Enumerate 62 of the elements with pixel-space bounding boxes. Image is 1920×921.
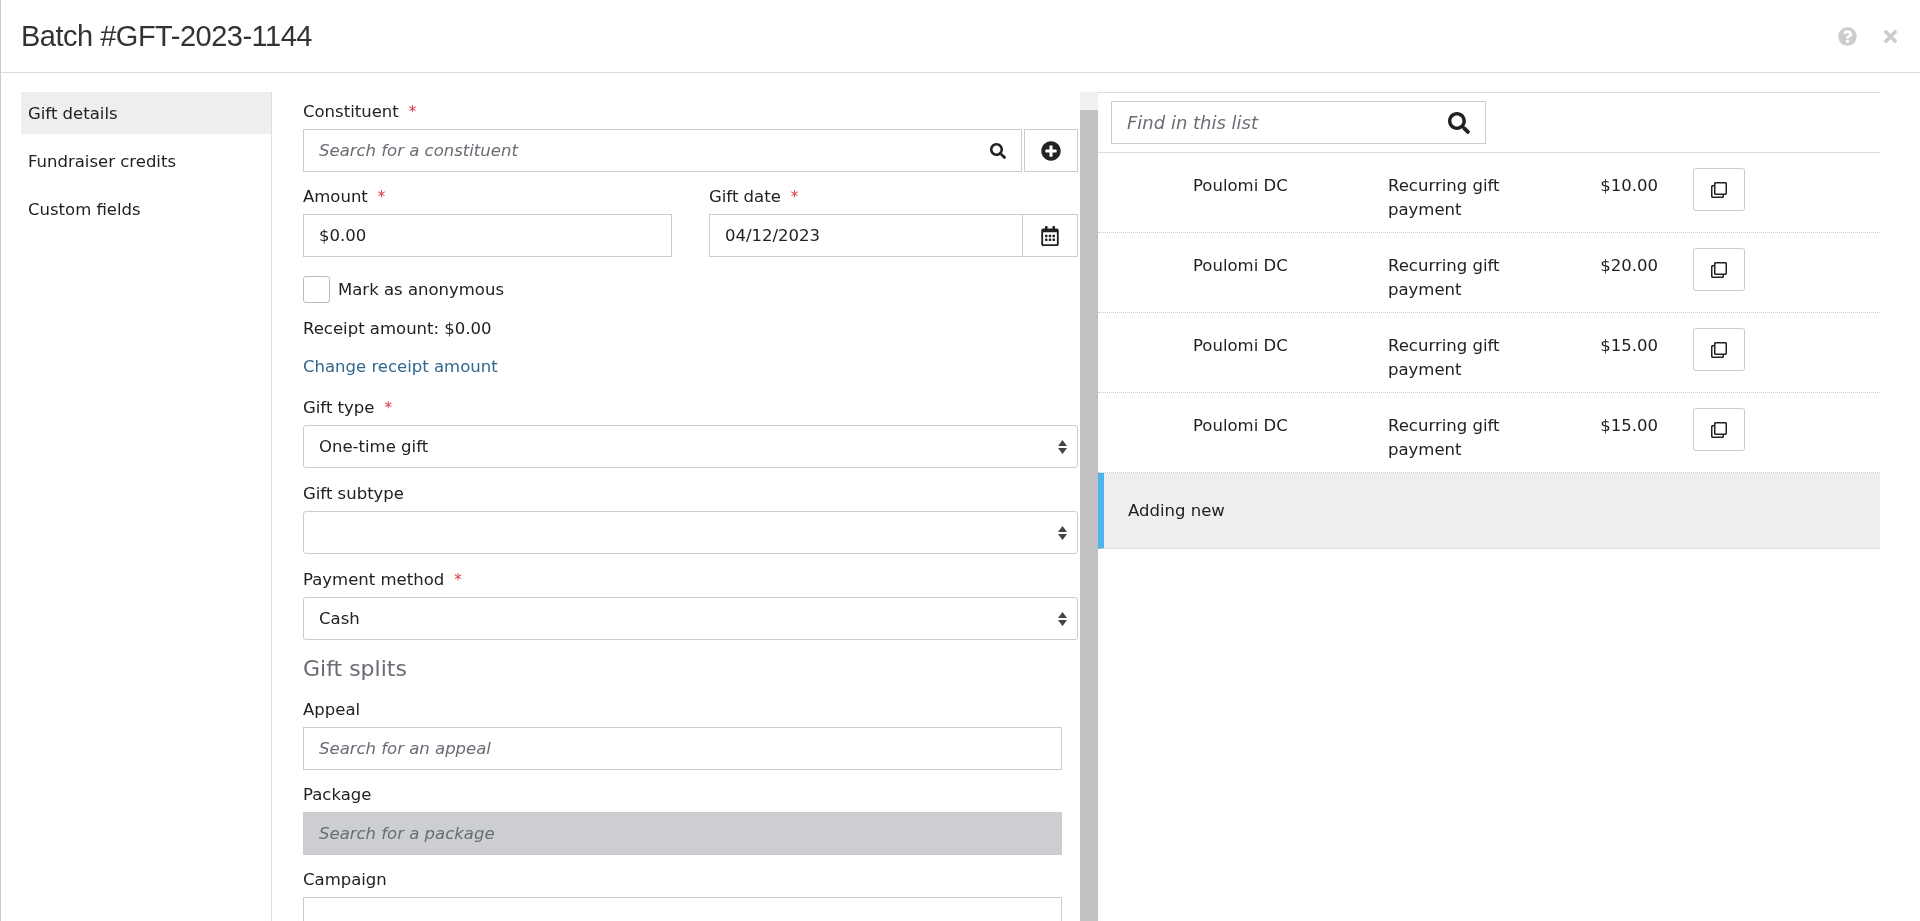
search-icon (990, 142, 1006, 159)
copy-icon (1711, 181, 1727, 198)
sort-arrows-icon (1058, 439, 1067, 454)
table-cell-text: Recurring gift payment (1388, 175, 1501, 221)
table-cell-text: Poulomi DC (1192, 175, 1289, 197)
field-label: Payment method (303, 570, 445, 589)
table-cell-text: $20.00 (1599, 255, 1658, 277)
table-cell-text: Recurring gift payment (1388, 415, 1501, 461)
field-label: Package (303, 785, 372, 804)
sidebar-item[interactable]: Custom fields (21, 188, 271, 230)
search-icon (1448, 111, 1470, 134)
field-label: Gift date (709, 187, 781, 206)
plus-icon (1041, 140, 1061, 161)
sort-arrows-icon (1058, 525, 1067, 540)
required-mark: * (384, 398, 392, 417)
required-mark: * (377, 187, 386, 206)
table-cell-text: Poulomi DC (1192, 415, 1289, 437)
calendar-button[interactable] (1023, 214, 1078, 257)
required-mark: * (454, 570, 462, 589)
required-mark: * (790, 187, 799, 206)
sidebar-item[interactable]: Gift details (21, 92, 271, 134)
table-cell-text: $15.00 (1599, 415, 1658, 437)
add-button[interactable] (1024, 129, 1078, 172)
copy-icon (1711, 261, 1727, 278)
required-mark: * (408, 102, 417, 121)
window-title: Batch #GFT-2023-1144 (21, 19, 313, 53)
input-field[interactable]: $0.00 (303, 214, 672, 257)
table-cell-text: Poulomi DC (1192, 255, 1289, 277)
copy-icon (1711, 421, 1727, 438)
receipt-amount: Receipt amount: $0.00 (303, 319, 493, 338)
copy-icon (1711, 341, 1727, 358)
table-cell-text: Poulomi DC (1192, 335, 1289, 357)
copy-button[interactable] (1693, 408, 1745, 451)
scrollbar[interactable] (1080, 92, 1098, 921)
sidebar-item[interactable]: Fundraiser credits (21, 140, 271, 182)
field-label: Amount (303, 187, 368, 206)
field-label: Gift type (303, 398, 375, 417)
copy-button[interactable] (1693, 168, 1745, 211)
new-row[interactable]: Adding new (1098, 473, 1880, 549)
change-receipt-link[interactable]: Change receipt amount (303, 357, 498, 377)
copy-button[interactable] (1693, 248, 1745, 291)
sort-arrows-icon (1058, 611, 1067, 626)
field-label: Gift subtype (303, 484, 404, 503)
field-label: Appeal (303, 700, 361, 719)
select-field[interactable] (303, 511, 1078, 554)
table-cell-text: $15.00 (1599, 335, 1658, 357)
section-heading: Gift splits (303, 656, 408, 682)
field-label: Constituent (303, 102, 399, 121)
search-field[interactable]: Find in this list (1111, 101, 1486, 144)
search-field[interactable]: Search for a constituent (303, 129, 1022, 172)
checkbox[interactable] (303, 276, 330, 303)
select-field[interactable]: One-time gift (303, 425, 1078, 468)
input-field[interactable]: 04/12/2023 (709, 214, 1023, 257)
field-label: Campaign (303, 870, 387, 889)
copy-button[interactable] (1693, 328, 1745, 371)
table-cell-text: Recurring gift payment (1388, 255, 1501, 301)
table-cell-text: $10.00 (1599, 175, 1658, 197)
calendar-icon (1040, 225, 1060, 246)
select-field[interactable]: Cash (303, 597, 1078, 640)
table-cell-text: Recurring gift payment (1388, 335, 1501, 381)
search-field[interactable]: Search for an appeal (303, 727, 1062, 770)
checkbox-label: Mark as anonymous (338, 280, 504, 299)
